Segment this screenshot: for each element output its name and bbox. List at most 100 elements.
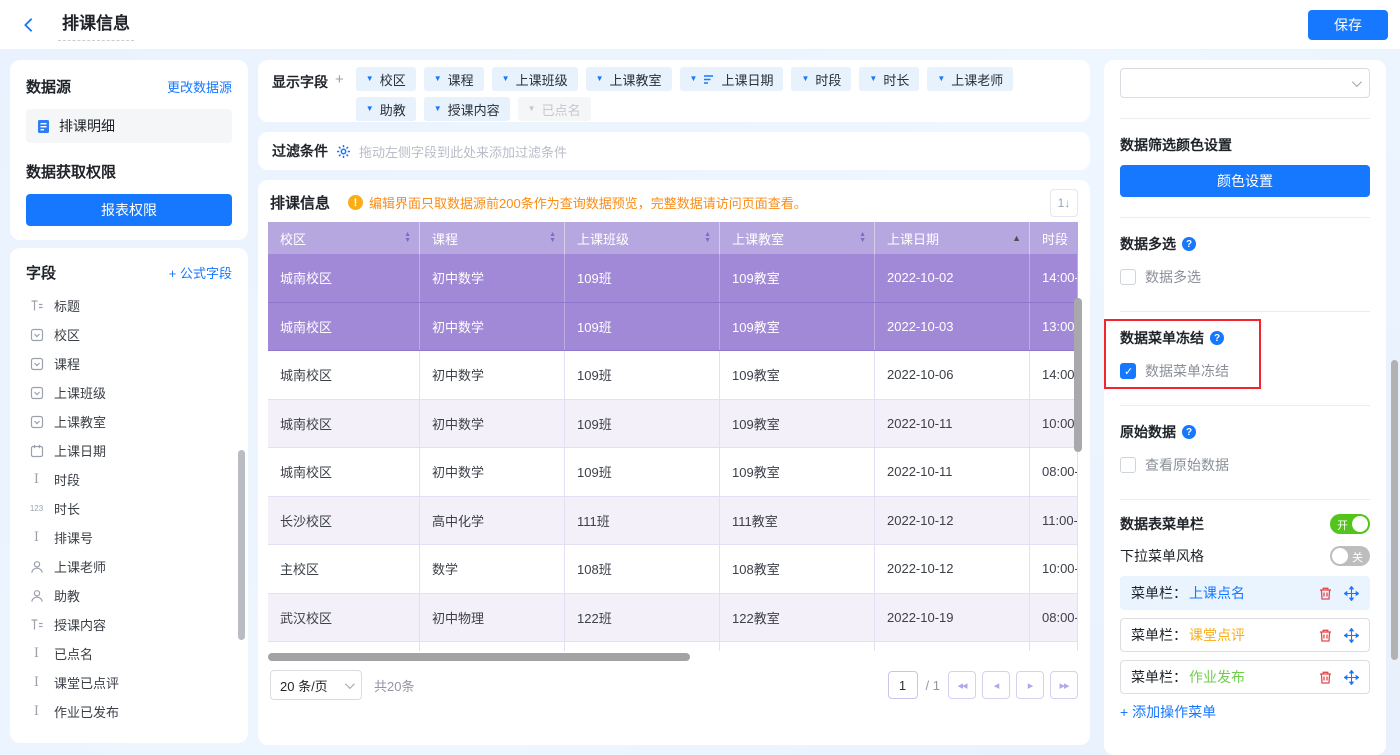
table-row[interactable]: 城南校区初中数学109班109教室2022-10-0214:00-1 — [268, 254, 1078, 303]
color-setting-button[interactable]: 颜色设置 — [1120, 165, 1370, 197]
select-icon — [28, 328, 45, 342]
move-button[interactable] — [1344, 628, 1359, 643]
display-field-chip[interactable]: ▼校区 — [356, 67, 416, 91]
last-page-button[interactable]: ▸▸ — [1050, 671, 1078, 699]
dropdown-style-toggle[interactable]: 关 — [1330, 546, 1370, 566]
table-cell: 长沙校区 — [268, 497, 420, 545]
prev-page-button[interactable]: ◂ — [982, 671, 1010, 699]
text-icon: I — [28, 530, 45, 545]
display-field-chip[interactable]: ▼时长 — [859, 67, 919, 91]
next-page-button[interactable]: ▸ — [1016, 671, 1044, 699]
add-field-icon[interactable]: + — [328, 67, 344, 115]
table-row[interactable]: 长沙校区高中化学111班111教室2022-10-1211:00-1 — [268, 497, 1078, 546]
field-item[interactable]: I课堂已点评 — [26, 668, 232, 697]
display-field-chip[interactable]: ▼授课内容 — [424, 97, 510, 121]
multi-select-checkbox[interactable] — [1120, 269, 1136, 285]
save-button[interactable]: 保存 — [1308, 10, 1388, 40]
column-header[interactable]: 校区▲▼ — [268, 222, 420, 254]
field-item[interactable]: 助教 — [26, 581, 232, 610]
page-number-input[interactable] — [888, 671, 918, 699]
move-button[interactable] — [1344, 586, 1359, 601]
first-page-button[interactable]: ◂◂ — [948, 671, 976, 699]
sort-carets-icon[interactable]: ▲▼ — [549, 232, 556, 244]
table-cell: 109教室 — [720, 351, 875, 399]
column-header[interactable]: 时段 — [1030, 222, 1078, 254]
fields-scrollbar[interactable] — [238, 450, 245, 640]
display-field-chips: ▼校区▼课程▼上课班级▼上课教室▼上课日期▼时段▼时长▼上课老师▼助教▼授课内容… — [356, 67, 1068, 115]
field-item[interactable]: I排课号 — [26, 523, 232, 552]
menu-bar-toggle[interactable]: 开 — [1330, 514, 1370, 534]
display-field-chip[interactable]: ▼助教 — [356, 97, 416, 121]
field-item[interactable]: I时段 — [26, 465, 232, 494]
datasource-item[interactable]: 排课明细 — [26, 109, 232, 143]
display-field-chip[interactable]: ▼上课班级 — [492, 67, 578, 91]
report-permission-button[interactable]: 报表权限 — [26, 194, 232, 226]
window-scrollbar[interactable] — [1391, 360, 1398, 660]
divider — [1120, 118, 1370, 119]
delete-button[interactable] — [1318, 670, 1333, 685]
menu-freeze-checkbox[interactable] — [1120, 363, 1136, 379]
select-icon — [28, 415, 45, 429]
menu-freeze-checkbox-row[interactable]: 数据菜单冻结 — [1120, 361, 1370, 381]
sort-carets-icon[interactable]: ▲▼ — [859, 232, 866, 244]
page-size-select[interactable]: 20 条/页 — [270, 670, 362, 700]
divider — [1120, 405, 1370, 406]
field-item[interactable]: 上课班级 — [26, 378, 232, 407]
add-action-menu-link[interactable]: + 添加操作菜单 — [1120, 702, 1370, 722]
sort-carets-icon[interactable]: ▲▼ — [704, 232, 711, 244]
table-horizontal-scrollbar[interactable] — [268, 653, 690, 661]
table-row[interactable]: 城南校区初中数学109班109教室2022-10-0614:00-1 — [268, 351, 1078, 400]
table-cell: 108教室 — [720, 545, 875, 593]
delete-button[interactable] — [1318, 586, 1333, 601]
field-item[interactable]: 123时长 — [26, 494, 232, 523]
column-header[interactable]: 上课教室▲▼ — [720, 222, 875, 254]
settings-select[interactable] — [1120, 68, 1370, 98]
menu-item-list: 菜单栏：上课点名菜单栏：课堂点评菜单栏：作业发布 — [1120, 576, 1370, 694]
field-item[interactable]: 上课日期 — [26, 436, 232, 465]
field-item[interactable]: 上课教室 — [26, 407, 232, 436]
display-field-chip[interactable]: ▼上课日期 — [680, 67, 784, 91]
display-field-chip[interactable]: ▼上课教室 — [586, 67, 672, 91]
field-item[interactable]: 校区 — [26, 320, 232, 349]
table-row[interactable]: 城南校区初中数学109班109教室2022-10-0313:00-1 — [268, 303, 1078, 352]
display-field-chip[interactable]: ▼已点名 — [518, 97, 591, 121]
back-button[interactable] — [20, 14, 42, 36]
menu-bar-item[interactable]: 菜单栏：上课点名 — [1120, 576, 1370, 610]
field-item[interactable]: I作业已发布 — [26, 697, 232, 726]
column-header[interactable]: 上课日期▲ — [875, 222, 1030, 254]
sort-asc-active-icon[interactable]: ▲ — [1012, 233, 1021, 243]
raw-data-checkbox-label: 查看原始数据 — [1145, 455, 1229, 475]
display-field-chip[interactable]: ▼上课老师 — [927, 67, 1013, 91]
sort-order-icon[interactable]: 1↓ — [1050, 189, 1078, 217]
table-row[interactable]: 城南校区初中数学109班109教室2022-10-1110:00-1 — [268, 400, 1078, 449]
help-icon[interactable]: ? — [1182, 425, 1196, 439]
display-field-chip[interactable]: ▼时段 — [791, 67, 851, 91]
help-icon[interactable]: ? — [1210, 331, 1224, 345]
menu-bar-item[interactable]: 菜单栏：作业发布 — [1120, 660, 1370, 694]
table-row[interactable]: 城南校区初中数学109班109教室2022-10-1108:00-0 — [268, 448, 1078, 497]
field-item[interactable]: I已点名 — [26, 639, 232, 668]
table-row[interactable]: 主校区数学108班108教室2022-10-1210:00-1 — [268, 545, 1078, 594]
help-icon[interactable]: ? — [1182, 237, 1196, 251]
table-row[interactable]: 武汉校区初中物理122班122教室2022-10-1908:00-0 — [268, 594, 1078, 643]
table-vertical-scrollbar[interactable] — [1074, 298, 1082, 452]
change-datasource-link[interactable]: 更改数据源 — [167, 77, 232, 96]
multi-select-checkbox-row[interactable]: 数据多选 — [1120, 267, 1370, 287]
field-item[interactable]: 标题 — [26, 291, 232, 320]
field-item[interactable]: 课程 — [26, 349, 232, 378]
column-header[interactable]: 上课班级▲▼ — [565, 222, 720, 254]
add-formula-field-link[interactable]: + 公式字段 — [169, 263, 232, 282]
field-item[interactable]: 授课内容 — [26, 610, 232, 639]
menu-bar-item[interactable]: 菜单栏：课堂点评 — [1120, 618, 1370, 652]
field-item[interactable]: 上课老师 — [26, 552, 232, 581]
column-header[interactable]: 课程▲▼ — [420, 222, 565, 254]
sort-carets-icon[interactable]: ▲▼ — [404, 232, 411, 244]
toggle-off-label: 关 — [1352, 549, 1363, 565]
chevron-down-icon: ▼ — [434, 75, 442, 83]
delete-button[interactable] — [1318, 628, 1333, 643]
gear-icon[interactable] — [336, 144, 351, 159]
display-field-chip[interactable]: ▼课程 — [424, 67, 484, 91]
raw-data-checkbox[interactable] — [1120, 457, 1136, 473]
move-button[interactable] — [1344, 670, 1359, 685]
raw-data-checkbox-row[interactable]: 查看原始数据 — [1120, 455, 1370, 475]
